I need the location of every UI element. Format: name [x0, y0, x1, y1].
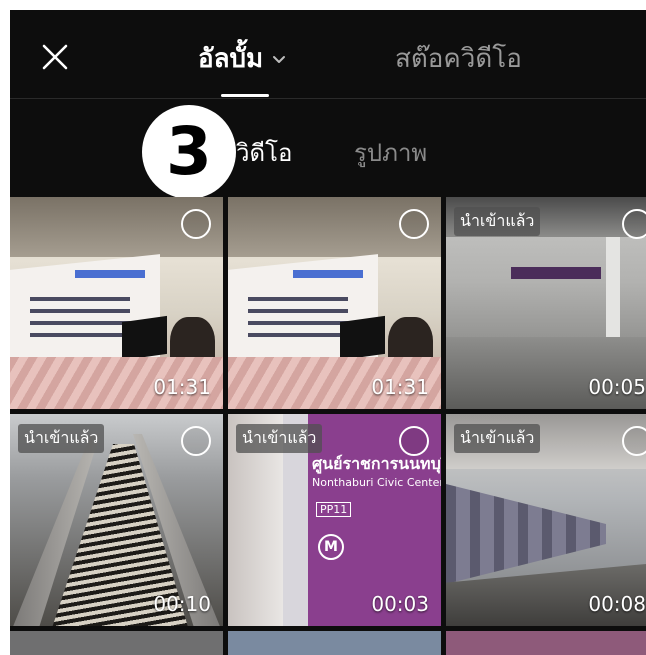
filter-photo-tab[interactable]: รูปภาพ [354, 133, 427, 172]
album-picker-screen: อัลบั้ม สต๊อควิดีโอ วิดีโอ รูปภาพ 3 01:3… [10, 10, 646, 655]
media-tile-1[interactable]: 01:31 [10, 197, 223, 409]
select-circle-icon[interactable] [181, 209, 211, 239]
media-tile-9[interactable] [446, 631, 646, 655]
select-circle-icon[interactable] [399, 426, 429, 456]
station-sign-english: Nonthaburi Civic Center [312, 476, 441, 489]
media-tile-5[interactable]: ศูนย์ราชการนนทบุรี Nonthaburi Civic Cent… [228, 414, 441, 626]
select-circle-icon[interactable] [622, 426, 646, 456]
select-circle-icon[interactable] [622, 209, 646, 239]
media-tile-6[interactable]: นำเข้าแล้ว 00:08 [446, 414, 646, 626]
station-code: PP11 [316, 502, 352, 517]
close-icon [42, 44, 68, 70]
header-divider [10, 98, 646, 99]
station-sign-thai: ศูนย์ราชการนนทบุรี [312, 454, 441, 473]
video-thumbnail [228, 631, 441, 655]
media-tile-3[interactable]: นำเข้าแล้ว 00:05 [446, 197, 646, 409]
video-duration: 00:08 [588, 592, 646, 616]
media-tile-7[interactable] [10, 631, 223, 655]
video-duration: 00:10 [153, 592, 211, 616]
imported-badge: นำเข้าแล้ว [454, 424, 541, 453]
metro-logo: M [318, 534, 344, 560]
video-thumbnail [446, 631, 646, 655]
filter-video-tab[interactable]: วิดีโอ [236, 133, 292, 172]
video-duration: 00:05 [588, 375, 646, 399]
media-grid: 01:31 01:31 นำเข้าแล้ว 00:05 นำเข้าแล้ว [10, 197, 646, 655]
close-button[interactable] [38, 40, 72, 74]
tab-album-label: อัลบั้ม [198, 44, 264, 74]
video-duration: 01:31 [371, 375, 429, 399]
step-number-badge: 3 [142, 105, 236, 199]
video-thumbnail [10, 631, 223, 655]
tab-stock-video[interactable]: สต๊อควิดีโอ [395, 38, 522, 79]
select-circle-icon[interactable] [399, 209, 429, 239]
media-tile-2[interactable]: 01:31 [228, 197, 441, 409]
media-tile-8[interactable] [228, 631, 441, 655]
video-duration: 01:31 [153, 375, 211, 399]
imported-badge: นำเข้าแล้ว [18, 424, 105, 453]
select-circle-icon[interactable] [181, 426, 211, 456]
chevron-down-icon [273, 55, 286, 63]
media-tile-4[interactable]: นำเข้าแล้ว 00:10 [10, 414, 223, 626]
video-duration: 00:03 [371, 592, 429, 616]
imported-badge: นำเข้าแล้ว [454, 207, 541, 236]
imported-badge: นำเข้าแล้ว [236, 424, 323, 453]
active-tab-indicator [221, 94, 269, 97]
top-bar: อัลบั้ม สต๊อควิดีโอ [10, 10, 646, 98]
tab-album[interactable]: อัลบั้ม [198, 38, 287, 79]
